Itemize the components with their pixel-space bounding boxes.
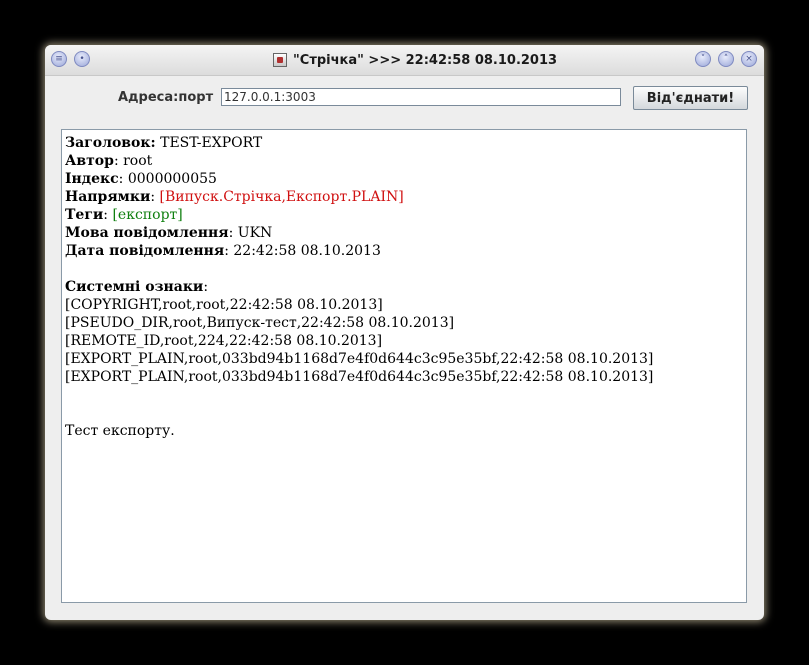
system-mark: [EXPORT_PLAIN,root,033bd94b1168d7e4f0d64… [65, 351, 654, 367]
language-line: Мова повідомлення: UKN [65, 225, 273, 241]
close-icon[interactable]: × [741, 51, 757, 67]
tags-value: [експорт] [112, 207, 183, 223]
index-line: Індекс: 0000000055 [65, 171, 217, 187]
date-label: Дата повідомлення [65, 243, 225, 259]
system-mark: [REMOTE_ID,root,224,22:42:58 08.10.2013] [65, 333, 383, 349]
pin-icon[interactable]: • [74, 51, 90, 67]
index-value: 0000000055 [127, 171, 217, 187]
language-label: Мова повідомлення [65, 225, 229, 241]
title-bar[interactable]: ≡ • "Стрічка" >>> 22:42:58 08.10.2013 ˅ … [45, 45, 764, 76]
chevron-up-icon[interactable]: ˄ [718, 51, 734, 67]
author-label: Автор [65, 153, 114, 169]
author-line: Автор: root [65, 153, 153, 169]
header-value: TEST-EXPORT [160, 135, 263, 151]
date-line: Дата повідомлення: 22:42:58 08.10.2013 [65, 243, 381, 259]
header-line: Заголовок: TEST-EXPORT [65, 135, 263, 151]
message-view[interactable]: Заголовок: TEST-EXPORT Автор: root Індек… [61, 129, 747, 603]
system-marks-label: Системні ознаки [65, 279, 204, 295]
directions-value: [Випуск.Стрічка,Експорт.PLAIN] [159, 189, 404, 205]
disconnect-button[interactable]: Від'єднати! [633, 86, 748, 110]
tags-line: Теги: [експорт] [65, 207, 183, 223]
header-label: Заголовок [65, 135, 151, 151]
directions-label: Напрямки [65, 189, 151, 205]
message-body: Тест експорту. [65, 423, 175, 439]
window-title-text: "Стрічка" >>> 22:42:58 08.10.2013 [293, 52, 558, 68]
language-value: UKN [237, 225, 273, 241]
app-window: ≡ • "Стрічка" >>> 22:42:58 08.10.2013 ˅ … [45, 45, 764, 620]
address-input[interactable] [221, 88, 621, 106]
date-value: 22:42:58 08.10.2013 [233, 243, 381, 259]
chevron-down-icon[interactable]: ˅ [695, 51, 711, 67]
directions-line: Напрямки: [Випуск.Стрічка,Експорт.PLAIN] [65, 189, 404, 205]
system-mark: [EXPORT_PLAIN,root,033bd94b1168d7e4f0d64… [65, 369, 654, 385]
menu-icon[interactable]: ≡ [51, 51, 67, 67]
tags-label: Теги [65, 207, 104, 223]
address-label: Адреса:порт [118, 90, 214, 105]
system-mark: [PSEUDO_DIR,root,Випуск-тест,22:42:58 08… [65, 315, 455, 331]
system-marks-heading: Системні ознаки: [65, 279, 209, 295]
window-title: "Стрічка" >>> 22:42:58 08.10.2013 [273, 45, 557, 75]
index-label: Індекс [65, 171, 119, 187]
author-value: root [123, 153, 153, 169]
system-mark: [COPYRIGHT,root,root,22:42:58 08.10.2013… [65, 297, 383, 313]
app-icon [273, 53, 287, 67]
